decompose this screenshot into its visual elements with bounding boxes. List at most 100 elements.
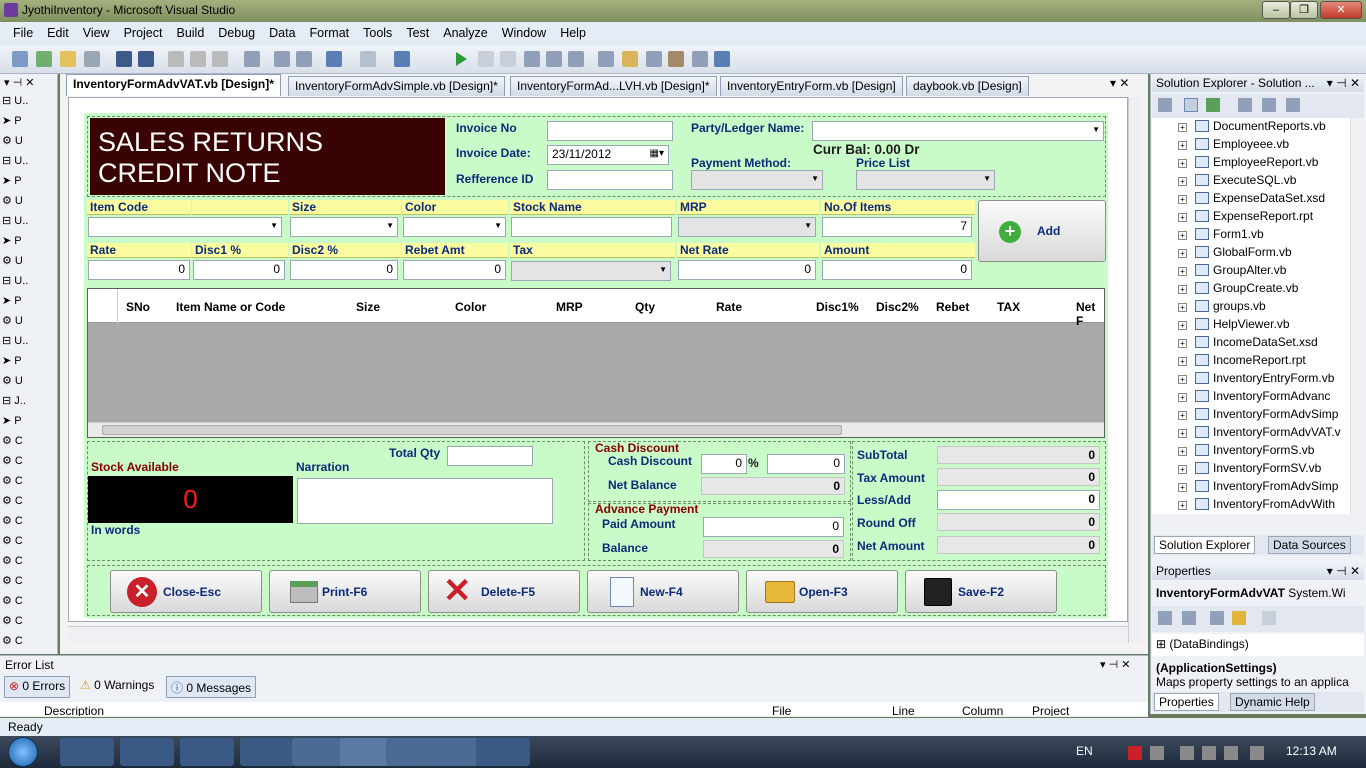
invoice-no-input[interactable] — [547, 121, 673, 141]
taskbar-clock[interactable]: 12:13 AM — [1286, 744, 1337, 758]
designer-vscroll[interactable] — [1128, 97, 1142, 643]
col-project[interactable]: Project — [1032, 704, 1069, 716]
properties-view-icon[interactable] — [1210, 611, 1224, 625]
component-tool-icon[interactable]: ⚙ C — [2, 514, 54, 532]
save-all-icon[interactable] — [138, 51, 154, 67]
tray-network-icon[interactable] — [1202, 746, 1216, 760]
tree-item[interactable]: + groups.vb — [1178, 299, 1266, 317]
tab-inventoryentryform[interactable]: InventoryEntryForm.vb [Design] — [720, 76, 903, 96]
menu-test[interactable]: Test — [399, 26, 436, 40]
menu-project[interactable]: Project — [117, 26, 170, 40]
tray-tool-icon[interactable] — [1150, 746, 1164, 760]
error-list-pin-icon[interactable]: ▾ ⊣ ✕ — [1100, 658, 1130, 671]
add-button[interactable]: + Add — [978, 200, 1106, 262]
object-browser-icon[interactable] — [692, 51, 708, 67]
menu-tools[interactable]: Tools — [356, 26, 399, 40]
component-tool-icon[interactable]: ⚙ C — [2, 554, 54, 572]
tax-combo[interactable] — [511, 261, 671, 281]
new-project-icon[interactable] — [12, 51, 28, 67]
menu-view[interactable]: View — [76, 26, 117, 40]
grid-col-rebet[interactable]: Rebet — [936, 300, 969, 314]
step-out-icon[interactable] — [568, 51, 584, 67]
grid-col-net[interactable]: Net F — [1076, 300, 1104, 328]
tree-item[interactable]: + HelpViewer.vb — [1178, 317, 1290, 335]
show-all-files-icon[interactable] — [1184, 98, 1198, 112]
tree-item[interactable]: + IncomeDataSet.xsd — [1178, 335, 1318, 353]
save-icon[interactable] — [116, 51, 132, 67]
maximize-button[interactable]: ❐ — [1290, 1, 1318, 19]
menu-window[interactable]: Window — [495, 26, 553, 40]
menu-data[interactable]: Data — [262, 26, 302, 40]
add-new-icon[interactable] — [84, 51, 100, 67]
cut-icon[interactable] — [168, 51, 184, 67]
tree-item[interactable]: + EmployeeReport.vb — [1178, 155, 1318, 173]
pointer-tool-icon[interactable]: ➤ P — [2, 294, 54, 312]
messages-filter-button[interactable]: ⓘ 0 Messages — [166, 676, 257, 698]
properties-row-databindings[interactable]: ⊞ (DataBindings) — [1152, 634, 1364, 656]
menu-help[interactable]: Help — [553, 26, 593, 40]
grid-col-disc1[interactable]: Disc1% — [816, 300, 859, 314]
grid-col-size[interactable]: Size — [356, 300, 380, 314]
view-code-icon[interactable] — [1238, 98, 1252, 112]
component-tool-icon[interactable]: ⚙ C — [2, 614, 54, 632]
utorrent-taskbar-icon[interactable] — [180, 738, 234, 766]
tree-item[interactable]: + ExpenseReport.rpt — [1178, 209, 1313, 227]
start-page-icon[interactable] — [714, 51, 730, 67]
payment-method-combo[interactable] — [691, 170, 823, 190]
properties-object-selector[interactable]: InventoryFormAdvVAT System.Wi — [1152, 582, 1364, 604]
tab-inventoryformad-lvh[interactable]: InventoryFormAd...LVH.vb [Design]* — [510, 76, 717, 96]
col-line[interactable]: Line — [892, 704, 915, 716]
step-into-icon[interactable] — [524, 51, 540, 67]
grid-col-disc2[interactable]: Disc2% — [876, 300, 919, 314]
invoice-date-picker[interactable]: 23/11/2012 ▦▾ — [547, 145, 669, 165]
amount-input[interactable]: 0 — [822, 260, 972, 280]
menu-edit[interactable]: Edit — [40, 26, 76, 40]
tab-dropdown-icon[interactable]: ▾ ✕ — [1110, 76, 1129, 90]
tree-item[interactable]: + ExecuteSQL.vb — [1178, 173, 1296, 191]
tab-dynamic-help[interactable]: Dynamic Help — [1230, 693, 1315, 711]
save-f2-button[interactable]: Save-F2 — [905, 570, 1057, 613]
price-list-combo[interactable] — [856, 170, 995, 190]
component-tool-icon[interactable]: ⚙ C — [2, 474, 54, 492]
grid-col-sno[interactable]: SNo — [126, 300, 150, 314]
start-debugging-icon[interactable] — [456, 52, 467, 66]
tree-item[interactable]: + InventoryFormS.vb — [1178, 443, 1314, 461]
menu-build[interactable]: Build — [169, 26, 211, 40]
class-diagram-icon[interactable] — [1286, 98, 1300, 112]
stock-name-input[interactable] — [511, 217, 672, 237]
paste-icon[interactable] — [212, 51, 228, 67]
component-tool-icon[interactable]: ⚙ C — [2, 534, 54, 552]
find-in-files-icon[interactable] — [598, 51, 614, 67]
grid-col-item-name[interactable]: Item Name or Code — [176, 300, 285, 314]
property-pages-icon[interactable] — [1262, 611, 1276, 625]
party-ledger-combo[interactable] — [812, 121, 1104, 141]
toolbox-category[interactable]: ⊟ U.. — [2, 214, 54, 232]
size-combo[interactable] — [290, 217, 398, 237]
pointer-tool-icon[interactable]: ➤ P — [2, 234, 54, 252]
tab-daybook[interactable]: daybook.vb [Design] — [906, 76, 1029, 96]
rebet-amt-input[interactable]: 0 — [403, 260, 506, 280]
refresh-icon[interactable] — [1206, 98, 1220, 112]
menu-analyze[interactable]: Analyze — [436, 26, 494, 40]
copy-icon[interactable] — [190, 51, 206, 67]
tree-item[interactable]: + DocumentReports.vb — [1178, 119, 1326, 137]
open-file-icon[interactable] — [60, 51, 76, 67]
minimize-button[interactable]: – — [1262, 1, 1290, 19]
disc1-input[interactable]: 0 — [193, 260, 285, 280]
media-player-taskbar-icon[interactable] — [120, 738, 174, 766]
tab-properties[interactable]: Properties — [1154, 693, 1219, 711]
grid-scroll-thumb[interactable] — [102, 425, 842, 435]
tab-solution-explorer[interactable]: Solution Explorer — [1154, 536, 1256, 554]
view-designer-icon[interactable] — [1262, 98, 1276, 112]
new-f4-button[interactable]: New-F4 — [587, 570, 739, 613]
firefox-taskbar-icon[interactable] — [240, 738, 294, 766]
less-add-input[interactable]: 0 — [937, 490, 1100, 510]
properties-toolbar-icon[interactable] — [1158, 98, 1172, 112]
tree-item[interactable]: + InventoryFormAdvanc — [1178, 389, 1330, 407]
tab-inventoryformadvsimple[interactable]: InventoryFormAdvSimple.vb [Design]* — [288, 76, 505, 96]
tray-alert-icon[interactable] — [1128, 746, 1142, 760]
component-tool-icon[interactable]: ⚙ U — [2, 194, 54, 212]
col-file[interactable]: File — [772, 704, 791, 716]
toolbox-category[interactable]: ⊟ U.. — [2, 94, 54, 112]
disc2-input[interactable]: 0 — [290, 260, 398, 280]
